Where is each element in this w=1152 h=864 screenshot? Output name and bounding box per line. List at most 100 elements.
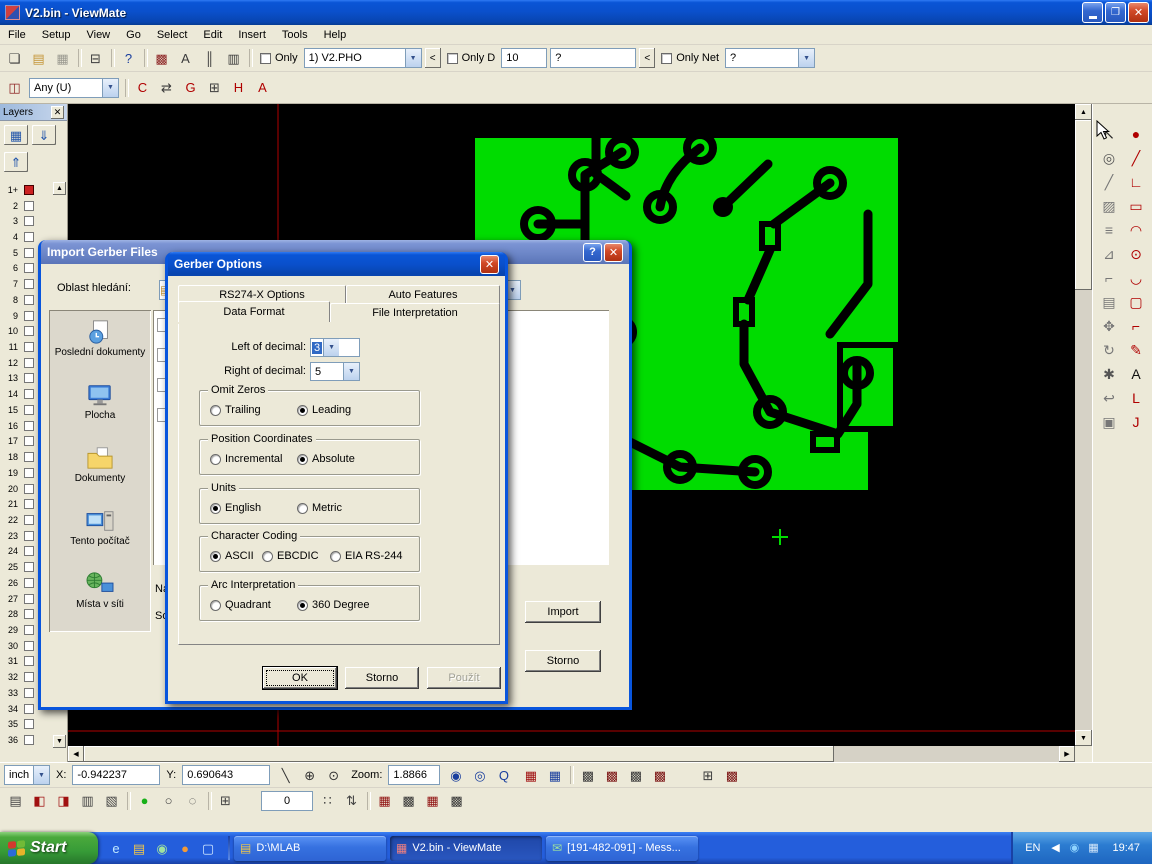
layer-row[interactable]: 1+ bbox=[0, 182, 54, 198]
menu-insert[interactable]: Insert bbox=[230, 25, 274, 45]
layer-color-swatch[interactable] bbox=[24, 311, 34, 321]
arch-icon[interactable]: ◡ bbox=[1123, 266, 1149, 289]
move-icon[interactable]: ✥ bbox=[1096, 314, 1122, 337]
radio-leading[interactable]: Leading bbox=[297, 404, 351, 416]
text-a-icon[interactable]: A bbox=[251, 77, 274, 99]
x-coordinate-field[interactable]: -0.942237 bbox=[72, 765, 160, 785]
layer-color-swatch[interactable] bbox=[24, 405, 34, 415]
filled-rect-icon[interactable]: ▨ bbox=[1096, 194, 1122, 217]
chevron-down-icon[interactable] bbox=[343, 363, 359, 380]
film-icon[interactable]: ▤ bbox=[4, 790, 27, 812]
radio-ebcdic[interactable]: EBCDIC bbox=[262, 550, 319, 562]
scroll-up-icon[interactable] bbox=[53, 182, 66, 195]
text-icon[interactable]: A bbox=[1123, 362, 1149, 385]
star-icon[interactable]: ✱ bbox=[1096, 362, 1122, 385]
circle-icon[interactable]: ⊙ bbox=[1123, 242, 1149, 265]
menu-tools[interactable]: Tools bbox=[274, 25, 316, 45]
layer-color-swatch[interactable] bbox=[24, 436, 34, 446]
new-file-icon[interactable]: ❏ bbox=[3, 47, 26, 69]
menu-file[interactable]: File bbox=[0, 25, 34, 45]
tab-auto-features[interactable]: Auto Features bbox=[346, 285, 500, 304]
layers-panel-header[interactable]: Layers bbox=[0, 104, 67, 121]
cancel-button[interactable]: Storno bbox=[525, 650, 601, 672]
layer-color-swatch[interactable] bbox=[24, 263, 34, 273]
half-red-left-icon[interactable]: ◧ bbox=[28, 790, 51, 812]
folder-icon[interactable]: ▤ bbox=[129, 837, 149, 859]
grid-e-icon[interactable] bbox=[672, 764, 695, 786]
layer-color-swatch[interactable] bbox=[24, 484, 34, 494]
menu-select[interactable]: Select bbox=[149, 25, 196, 45]
menu-help[interactable]: Help bbox=[316, 25, 355, 45]
menu-setup[interactable]: Setup bbox=[34, 25, 79, 45]
place-desktop[interactable]: Plocha bbox=[49, 377, 151, 440]
start-button[interactable]: Start bbox=[0, 832, 98, 864]
half-red-right-icon[interactable]: ◨ bbox=[52, 790, 75, 812]
tray-keyboard-icon[interactable]: ▦ bbox=[1084, 838, 1102, 858]
import-button[interactable]: Import bbox=[525, 601, 601, 623]
only-net-option[interactable]: Only Net bbox=[658, 52, 722, 64]
rotate-icon[interactable]: ↻ bbox=[1096, 338, 1122, 361]
chevron-down-icon[interactable] bbox=[798, 49, 814, 67]
unit-combo[interactable]: inch bbox=[4, 765, 50, 785]
undo-icon[interactable]: ↩ bbox=[1096, 386, 1122, 409]
layer-color-swatch[interactable] bbox=[24, 515, 34, 525]
film2-icon[interactable]: ▥ bbox=[76, 790, 99, 812]
ie-icon[interactable]: e bbox=[106, 837, 126, 859]
dcode-h-icon[interactable]: H bbox=[227, 77, 250, 99]
net-combo[interactable]: ? bbox=[725, 48, 815, 68]
grid-a-icon[interactable]: ▩ bbox=[576, 764, 599, 786]
clip-icon[interactable]: ▣ bbox=[1096, 410, 1122, 433]
layer-color-swatch[interactable] bbox=[24, 625, 34, 635]
scroll-down-icon[interactable] bbox=[1075, 730, 1092, 746]
only-layer-option[interactable]: Only bbox=[257, 52, 301, 64]
dcode-table-blue-icon[interactable]: ▦ bbox=[543, 764, 566, 786]
cancel-button[interactable]: Storno bbox=[345, 667, 419, 689]
pattern-c-icon[interactable]: ▦ bbox=[421, 790, 444, 812]
close-icon[interactable] bbox=[51, 106, 64, 119]
menu-edit[interactable]: Edit bbox=[195, 25, 230, 45]
task-viewmate[interactable]: ▦V2.bin - ViewMate bbox=[390, 836, 542, 861]
layer-color-swatch[interactable] bbox=[24, 672, 34, 682]
radio-ascii[interactable]: ASCII bbox=[210, 550, 254, 562]
only-dcode-option[interactable]: Only D bbox=[444, 52, 499, 64]
grid-g-icon[interactable]: ▩ bbox=[720, 764, 743, 786]
dcode-g-icon[interactable]: G bbox=[179, 77, 202, 99]
layer-table-icon[interactable]: ▦ bbox=[3, 124, 29, 146]
layer-color-swatch[interactable] bbox=[24, 248, 34, 258]
layer-color-swatch[interactable] bbox=[24, 216, 34, 226]
context-help-icon[interactable]: ? bbox=[117, 47, 140, 69]
layer-color-swatch[interactable] bbox=[24, 358, 34, 368]
chevron-down-icon[interactable] bbox=[33, 766, 49, 784]
media-icon[interactable]: ◉ bbox=[152, 837, 172, 859]
radio-eia-rs244[interactable]: EIA RS-244 bbox=[330, 550, 402, 562]
draw-line-icon[interactable]: ╱ bbox=[1123, 146, 1149, 169]
layer-row[interactable]: 36 bbox=[0, 732, 54, 748]
menu-view[interactable]: View bbox=[78, 25, 118, 45]
place-my-computer[interactable]: Tento počítač bbox=[49, 503, 151, 566]
vertical-scroll-thumb[interactable] bbox=[1075, 120, 1092, 290]
layer-color-swatch[interactable] bbox=[24, 719, 34, 729]
layer-color-swatch[interactable] bbox=[24, 468, 34, 478]
scroll-up-icon[interactable] bbox=[1075, 104, 1092, 120]
pencil-icon[interactable]: ✎ bbox=[1123, 338, 1149, 361]
minimize-button[interactable] bbox=[1082, 2, 1103, 23]
lasso2-icon[interactable]: ◌ bbox=[181, 790, 204, 812]
layer-color-swatch[interactable] bbox=[24, 295, 34, 305]
flash-pad-icon[interactable]: ● bbox=[1123, 122, 1149, 145]
gray-line-icon[interactable]: ╱ bbox=[1096, 170, 1122, 193]
place-network[interactable]: Místa v síti bbox=[49, 566, 151, 629]
origin-icon[interactable]: ⊕ bbox=[298, 764, 321, 786]
place-recent-documents[interactable]: Poslední dokumenty bbox=[49, 314, 151, 377]
layers-stack-icon[interactable]: ▤ bbox=[1096, 290, 1122, 313]
rectangle-icon[interactable]: ▭ bbox=[1123, 194, 1149, 217]
radio-360-degree[interactable]: 360 Degree bbox=[297, 599, 370, 611]
layer-combo[interactable]: 1) V2.PHO bbox=[304, 48, 422, 68]
vertical-scrollbar[interactable] bbox=[1075, 104, 1092, 746]
layer-row[interactable]: 2 bbox=[0, 198, 54, 214]
dcode-c-icon[interactable]: C bbox=[131, 77, 154, 99]
tab-data-format[interactable]: Data Format bbox=[178, 301, 330, 322]
close-button[interactable] bbox=[604, 243, 623, 262]
layer-row[interactable]: 3 bbox=[0, 213, 54, 229]
measure-corner-icon[interactable]: ⌐ bbox=[1096, 266, 1122, 289]
zoom-field[interactable]: 1.8866 bbox=[388, 765, 440, 785]
